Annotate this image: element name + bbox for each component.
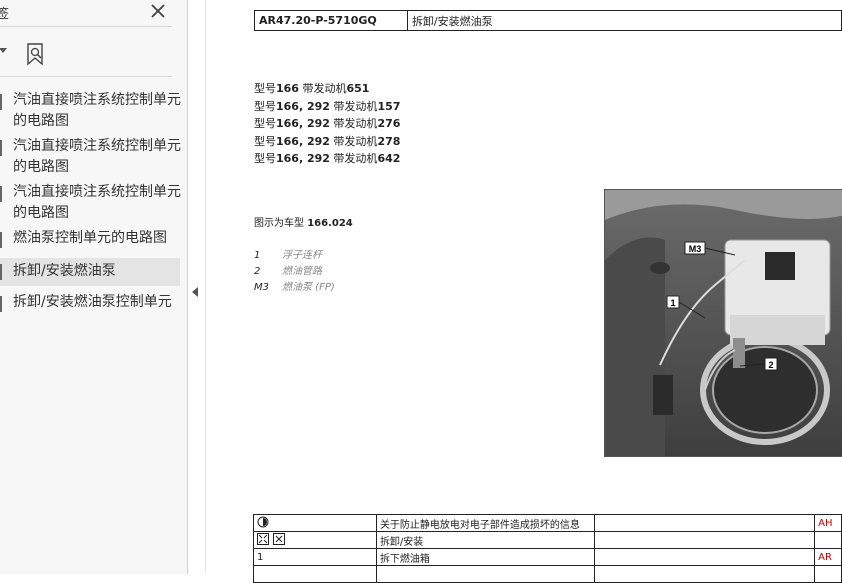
reference-link[interactable]: AR <box>814 548 842 566</box>
bookmark-label: 拆卸/安装燃油泵控制单元 <box>13 294 172 310</box>
bookmark-label: 汽油直接喷注系统控制单元的电路图 <box>13 138 181 175</box>
figure-legend: 1 浮子连杆 2 燃油管路 M3 燃油泵 (FP) <box>254 248 335 296</box>
legend-item: 1 浮子连杆 <box>254 250 322 261</box>
model-list: 型号166 带发动机651 型号166, 292 带发动机157 型号166, … <box>254 80 400 168</box>
steps-table: 关于防止静电放电对电子部件造成损坏的信息 AH 拆卸/安装 1 拆下燃油箱 AR <box>253 514 842 583</box>
table-row <box>253 565 842 583</box>
bookmark-item[interactable]: 拆卸/安装燃油泵控制单元 <box>0 292 180 334</box>
remove-install-icon <box>257 532 285 545</box>
bookmark-label: 汽油直接喷注系统控制单元的电路图 <box>13 184 181 221</box>
bookmark-label: 燃油泵控制单元的电路图 <box>13 230 167 246</box>
divider <box>0 76 172 77</box>
photo-label-m3: M3 <box>689 244 702 254</box>
bookmark-search-icon[interactable] <box>26 42 46 66</box>
empty-cell <box>253 565 377 583</box>
legend-item: M3 燃油泵 (FP) <box>254 282 335 293</box>
photo-label-2: 2 <box>768 360 773 370</box>
photo-label-1: 1 <box>670 298 675 308</box>
bookmark-marker <box>0 232 2 248</box>
figure-note: 图示为车型 166.024 <box>254 218 353 229</box>
fuel-pump-photo: M3 1 2 <box>604 189 842 457</box>
bookmark-marker <box>0 140 2 156</box>
table-row: 1 拆下燃油箱 AR <box>253 548 842 566</box>
divider <box>0 26 172 27</box>
empty-cell <box>594 548 816 566</box>
bookmark-marker <box>0 94 2 110</box>
bookmark-item-active[interactable]: 拆卸/安装燃油泵 <box>0 258 180 286</box>
step-text: 拆下燃油箱 <box>375 548 596 566</box>
esd-info-icon <box>257 516 269 527</box>
empty-cell <box>375 565 596 583</box>
sidebar: 签 汽油直接喷注系统控制单元的电路图 汽油直接喷注系统控制单元的电路图 汽油直接… <box>0 0 187 574</box>
document-page: AR47.20-P-5710GQ 拆卸/安装燃油泵 型号166 带发动机651 … <box>206 0 842 583</box>
bookmark-item[interactable]: 汽油直接喷注系统控制单元的电路图 <box>0 136 181 178</box>
model-line: 型号166, 292 带发动机278 <box>254 134 401 148</box>
fuel-pump-image: M3 1 2 <box>605 190 842 456</box>
legend-item: 2 燃油管路 <box>254 266 322 277</box>
empty-cell <box>594 531 816 549</box>
document-code: AR47.20-P-5710GQ <box>254 10 408 31</box>
bookmark-marker <box>0 264 2 280</box>
collapse-sidebar-icon[interactable] <box>192 287 198 297</box>
bookmark-item[interactable]: 汽油直接喷注系统控制单元的电路图 <box>0 90 181 132</box>
step-text: 拆卸/安装 <box>375 531 596 549</box>
bookmark-label: 汽油直接喷注系统控制单元的电路图 <box>13 92 181 129</box>
chevron-down-icon[interactable] <box>0 48 7 53</box>
sidebar-header: 签 <box>0 0 187 26</box>
sidebar-title: 签 <box>0 7 10 22</box>
step-number: 1 <box>253 548 377 566</box>
empty-cell <box>594 565 816 583</box>
empty-cell <box>814 565 842 583</box>
remove-install-icon-cell <box>253 531 377 549</box>
reference-link[interactable]: AH <box>814 514 842 532</box>
close-icon[interactable] <box>149 1 167 21</box>
step-text: 关于防止静电放电对电子部件造成损坏的信息 <box>375 514 596 532</box>
model-line: 型号166, 292 带发动机276 <box>254 117 401 130</box>
table-row: 拆卸/安装 <box>253 531 842 549</box>
model-line: 型号166, 292 带发动机642 <box>254 152 401 165</box>
bookmark-item[interactable]: 汽油直接喷注系统控制单元的电路图 <box>0 182 181 224</box>
sidebar-splitter[interactable] <box>187 0 188 574</box>
reference-link <box>814 531 842 549</box>
header-table: AR47.20-P-5710GQ 拆卸/安装燃油泵 <box>254 10 842 31</box>
bookmark-label: 拆卸/安装燃油泵 <box>13 263 116 279</box>
info-icon-cell <box>253 514 377 532</box>
empty-cell <box>594 514 816 532</box>
model-line: 型号166, 292 带发动机157 <box>254 99 401 113</box>
model-line: 型号166 带发动机651 <box>254 82 370 95</box>
bookmark-marker <box>0 296 2 312</box>
table-row: 关于防止静电放电对电子部件造成损坏的信息 AH <box>253 514 842 532</box>
document-title: 拆卸/安装燃油泵 <box>406 10 842 31</box>
bookmark-marker <box>0 186 2 202</box>
bookmark-item[interactable]: 燃油泵控制单元的电路图 <box>0 228 180 250</box>
